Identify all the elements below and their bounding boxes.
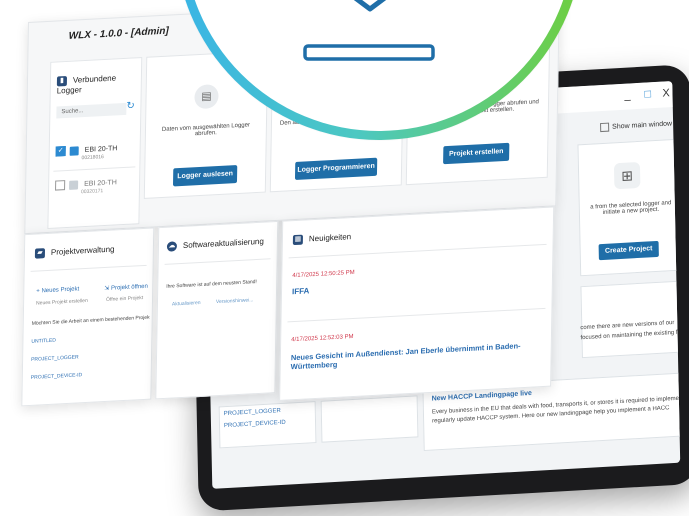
maximize-button[interactable]: □ <box>644 88 651 100</box>
open-project-subtext: Öffne ein Projekt <box>106 294 144 303</box>
folder-icon: ▰ <box>34 248 46 259</box>
divider <box>30 264 147 272</box>
create-project-button[interactable]: Create Project <box>598 240 659 261</box>
program-logger-button[interactable]: Logger Programmieren <box>294 157 378 181</box>
news-headline[interactable]: IFFA <box>292 286 309 296</box>
create-project-caption: a from the selected logger and initiate … <box>590 200 672 216</box>
project-panel-title: Projektverwaltung <box>50 244 115 257</box>
project-list-item[interactable]: UNTITLED <box>31 338 56 345</box>
new-project-button[interactable]: + Neues Projekt <box>36 286 79 294</box>
tablet-project-link[interactable]: PROJECT_LOGGER <box>224 408 281 417</box>
news-snippet-line-1: come there are new versions of our <box>580 320 675 332</box>
news-date: 4/17/2025 12:50:25 PM <box>292 269 355 280</box>
logger-name: EBI 20-TH <box>84 179 117 188</box>
project-list-item[interactable]: PROJECT_LOGGER <box>31 354 79 362</box>
news-headline[interactable]: Neues Gesicht im Außendienst: Jan Eberle… <box>291 340 546 371</box>
newspaper-icon: ▦ <box>292 234 303 246</box>
update-panel-header: ☁ Softwareaktualisierung <box>166 236 264 252</box>
update-panel-title: Softwareaktualisierung <box>182 236 264 251</box>
divider <box>164 258 271 265</box>
logger-serial: 00218016 <box>81 154 104 162</box>
open-project-label: Projekt öffnen <box>110 283 148 292</box>
divider <box>53 166 136 172</box>
continue-text: Möchten Sie die Arbeit an einem bestehen… <box>31 314 150 327</box>
logger-panel-header: ▮ Verbundene Logger <box>57 72 141 95</box>
project-panel: ▰ Projektverwaltung + Neues Projekt Neues… <box>21 227 155 407</box>
create-project-button[interactable]: Projekt erstellen <box>443 142 510 165</box>
logger-chip-icon <box>69 145 79 156</box>
window-title: WLX - 1.0.0 - [Admin] <box>68 25 169 42</box>
show-main-window-label: Show main window in next launch <box>612 118 680 131</box>
tablet-project-link[interactable]: PROJECT_DEVICE-ID <box>224 420 286 429</box>
corner-label: nzeigen <box>559 81 584 86</box>
logger-serial: 00320171 <box>80 188 104 196</box>
cloud-download-icon: ☁ <box>166 241 178 252</box>
release-notes-link[interactable]: Versionshinwei... <box>216 297 254 305</box>
tablet-news-snippet: come there are new versions of our focus… <box>580 280 681 359</box>
download-icon <box>303 0 435 61</box>
project-list-item[interactable]: PROJECT_DEVICE-ID <box>31 372 83 381</box>
news-snippet-line-2: focused on maintaining the existing fe..… <box>580 329 681 342</box>
logger-row[interactable]: EBI 20-TH 00320171 <box>55 177 117 196</box>
update-panel: ☁ Softwareaktualisierung Ihre Software is… <box>155 220 279 400</box>
logger-checkbox[interactable]: ✓ <box>55 146 66 157</box>
logger-panel: ▮ Verbundene Logger Suche... ↻ ✓ EBI 20-TH… <box>47 57 143 230</box>
refresh-icon[interactable]: ↻ <box>126 100 135 111</box>
read-logger-button[interactable]: Logger auslesen <box>172 165 238 187</box>
news-panel-title: Neuigkeiten <box>308 232 352 244</box>
logger-search-input[interactable]: Suche... <box>56 102 127 119</box>
new-project-icon: ⊞ <box>613 161 641 190</box>
divider <box>288 243 547 259</box>
checkbox-box[interactable] <box>600 122 610 133</box>
logger-checkbox[interactable] <box>55 180 66 191</box>
usb-icon: ▮ <box>56 75 68 87</box>
minimize-button[interactable]: _ <box>624 89 630 101</box>
close-button[interactable]: X <box>662 87 670 99</box>
logger-name: EBI 20-TH <box>84 145 118 154</box>
show-main-window-checkbox[interactable]: Show main window in next launch <box>600 117 680 133</box>
news-panel-header: ▦ Neuigkeiten <box>292 232 352 246</box>
action-caption: Daten vom ausgewählten Logger abrufen. <box>161 122 251 138</box>
create-project-card: ⊞ a from the selected logger and initiat… <box>577 138 681 277</box>
update-status: Ihre Software ist auf dem neusten Stand! <box>166 279 257 290</box>
news-panel: ▦ Neuigkeiten 4/17/2025 12:50:25 PM IFFA … <box>279 206 555 401</box>
update-link[interactable]: Aktualisieren <box>172 300 201 308</box>
logger-chip-icon <box>69 179 79 190</box>
new-project-subtext: Neues Projekt erstellen <box>36 297 88 307</box>
divider <box>287 307 546 323</box>
tablet-project-list: PROJECT_LOGGER PROJECT_DEVICE-ID <box>218 401 317 449</box>
open-project-button[interactable]: ⇲ Projekt öffnen <box>104 283 148 292</box>
news-date: 4/17/2025 12:52:03 PM <box>291 333 354 344</box>
logger-row[interactable]: ✓ EBI 20-TH 00218016 <box>55 143 118 162</box>
project-panel-header: ▰ Projektverwaltung <box>34 244 115 259</box>
tablet-update-card <box>320 395 419 443</box>
